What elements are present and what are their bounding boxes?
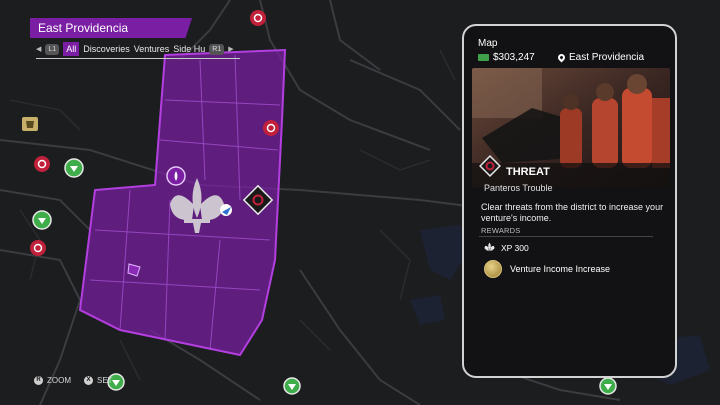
zoom-hint[interactable]: R ZOOM [34,376,71,385]
cash-icon [478,54,489,61]
panel-title: Map [478,38,498,49]
filter-tab-ventures[interactable]: Ventures [134,44,170,54]
location-pin-icon [556,52,567,63]
reward-venture-label: Venture Income Increase [510,264,611,274]
saints-fleur-icon [484,242,495,251]
filter-left-button-badge: L1 [45,43,60,55]
venture-coin-icon [484,260,502,278]
filter-right-button-badge: R1 [209,43,225,55]
r-stick-button-icon: R [34,376,43,385]
money-value: $303,247 [493,52,535,63]
saints-hq-marker[interactable] [166,166,186,186]
set-waypoint-hint[interactable]: X SET [84,376,113,385]
district-title: East Providencia [30,18,192,38]
activity-preview-image [472,68,670,188]
threat-icon [479,155,501,177]
money-display: $303,247 [478,52,535,63]
reward-item: XP 300 [484,242,529,253]
x-button-icon: X [84,376,93,385]
filter-tab-discoveries[interactable]: Discoveries [83,44,130,54]
rewards-heading: REWARDS [481,226,521,235]
activity-type: THREAT [506,166,550,178]
location-display: East Providencia [556,52,645,63]
rewards-divider [479,236,653,237]
activity-name: Panteros Trouble [484,183,553,193]
filter-tab-all[interactable]: All [63,42,80,56]
filter-left-arrow-icon[interactable]: ◀ [36,45,41,53]
activity-detail-panel: Map $303,247 East Providencia THREAT Pan… [462,24,677,378]
reward-xp-label: XP 300 [501,242,529,253]
reward-item: Venture Income Increase [484,260,610,278]
shop-marker[interactable] [22,117,38,131]
filter-tab-side-hustles[interactable]: Side Hu [173,44,205,54]
player-arrow-marker[interactable] [220,204,232,216]
map-filter-bar: ◀ L1 All Discoveries Ventures Side Hu R1… [36,40,240,59]
activity-description: Clear threats from the district to incre… [481,202,664,223]
location-name: East Providencia [569,52,645,63]
set-hint-label: SET [97,376,113,385]
zoom-hint-label: ZOOM [47,376,71,385]
filter-right-arrow-icon[interactable]: ▶ [228,45,233,53]
